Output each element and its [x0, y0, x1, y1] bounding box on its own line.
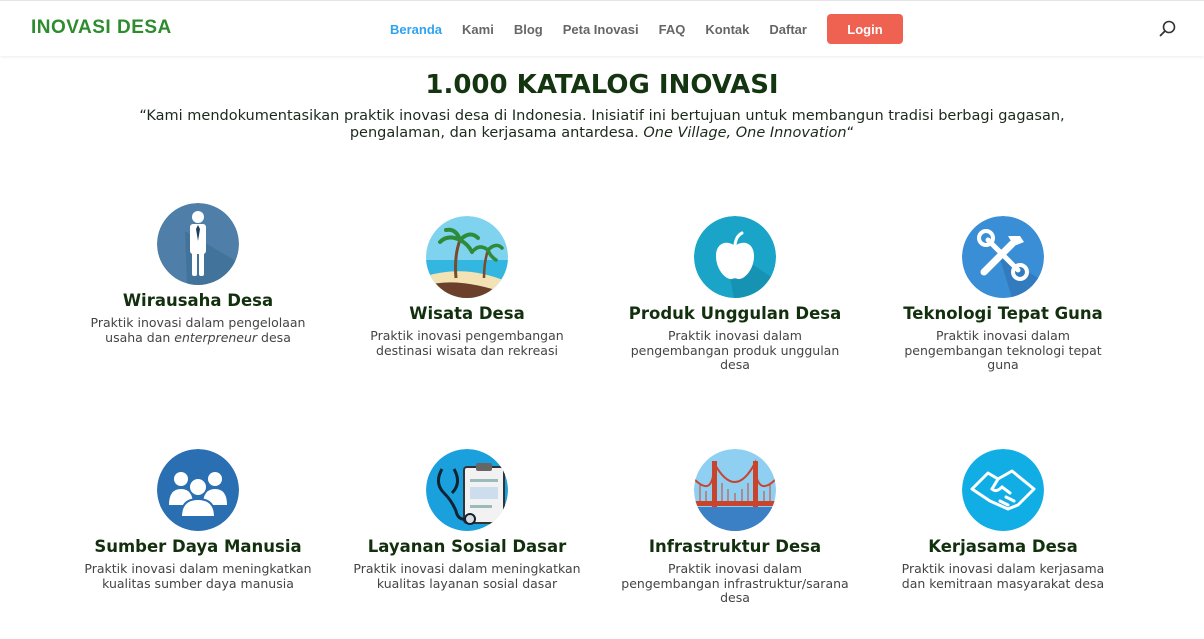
- intro-quote: “Kami mendokumentasikan praktik inovasi …: [100, 108, 1104, 142]
- category-desc: Praktik inovasi dalam pengembangan produ…: [630, 328, 840, 372]
- category-desc: Praktik inovasi dalam pengelolaan usaha …: [90, 315, 306, 345]
- category-title: Produk Unggulan Desa: [628, 304, 842, 323]
- category-title: Teknologi Tepat Guna: [903, 304, 1103, 323]
- nav-kami[interactable]: Kami: [462, 22, 494, 37]
- category-title: Wisata Desa: [409, 304, 525, 323]
- category-card-produk-unggulan[interactable]: Produk Unggulan Desa Praktik inovasi dal…: [615, 216, 855, 373]
- category-desc: Praktik inovasi dalam pengembangan tekno…: [904, 328, 1102, 372]
- people-icon[interactable]: [157, 449, 239, 531]
- category-desc: Praktik inovasi dalam kerjasama dan kemi…: [901, 561, 1105, 591]
- category-title: Sumber Daya Manusia: [94, 537, 302, 556]
- category-title: Wirausaha Desa: [122, 291, 274, 310]
- nav-kontak[interactable]: Kontak: [705, 22, 749, 37]
- main-nav: Beranda Kami Blog Peta Inovasi FAQ Konta…: [380, 1, 903, 57]
- beach-icon[interactable]: [426, 216, 508, 298]
- category-desc: Praktik inovasi dalam meningkatkan kuali…: [84, 561, 312, 591]
- quote-close: “: [846, 125, 855, 141]
- page-title: 1.000 KATALOG INOVASI: [425, 70, 779, 100]
- nav-faq[interactable]: FAQ: [659, 22, 686, 37]
- site-header: INOVASI DESA Beranda Kami Blog Peta Inov…: [0, 0, 1204, 56]
- tools-icon[interactable]: [962, 216, 1044, 298]
- category-desc: Praktik inovasi dalam pengembangan infra…: [621, 561, 849, 605]
- nav-beranda[interactable]: Beranda: [390, 22, 442, 37]
- quote-text: “Kami mendokumentasikan praktik inovasi …: [139, 108, 1065, 141]
- category-card-layanan-sosial[interactable]: Layanan Sosial Dasar Praktik inovasi dal…: [347, 449, 587, 591]
- nav-peta-inovasi[interactable]: Peta Inovasi: [563, 22, 639, 37]
- search-icon[interactable]: [1158, 19, 1178, 39]
- stethoscope-icon[interactable]: [426, 449, 508, 531]
- nav-daftar[interactable]: Daftar: [769, 22, 807, 37]
- nav-blog[interactable]: Blog: [514, 22, 543, 37]
- category-card-infrastruktur[interactable]: Infrastruktur Desa Praktik inovasi dalam…: [615, 449, 855, 606]
- category-title: Layanan Sosial Dasar: [367, 537, 567, 556]
- category-card-wisata[interactable]: Wisata Desa Praktik inovasi pengembangan…: [347, 216, 587, 358]
- category-title: Kerjasama Desa: [928, 537, 1078, 556]
- handshake-icon[interactable]: [962, 449, 1044, 531]
- category-card-wirausaha[interactable]: Wirausaha Desa Praktik inovasi dalam pen…: [78, 203, 318, 345]
- category-card-teknologi[interactable]: Teknologi Tepat Guna Praktik inovasi dal…: [883, 216, 1123, 373]
- category-desc: Praktik inovasi pengembangan destinasi w…: [370, 328, 564, 358]
- category-title: Infrastruktur Desa: [648, 537, 822, 556]
- bridge-icon[interactable]: [694, 449, 776, 531]
- quote-slogan: One Village, One Innovation: [643, 125, 847, 141]
- category-card-sdm[interactable]: Sumber Daya Manusia Praktik inovasi dala…: [78, 449, 318, 591]
- apple-icon[interactable]: [694, 216, 776, 298]
- login-button[interactable]: Login: [826, 14, 903, 44]
- category-desc: Praktik inovasi dalam meningkatkan kuali…: [353, 561, 581, 591]
- businessman-icon[interactable]: [157, 203, 239, 285]
- category-card-kerjasama[interactable]: Kerjasama Desa Praktik inovasi dalam ker…: [883, 449, 1123, 591]
- site-logo[interactable]: INOVASI DESA: [31, 17, 172, 39]
